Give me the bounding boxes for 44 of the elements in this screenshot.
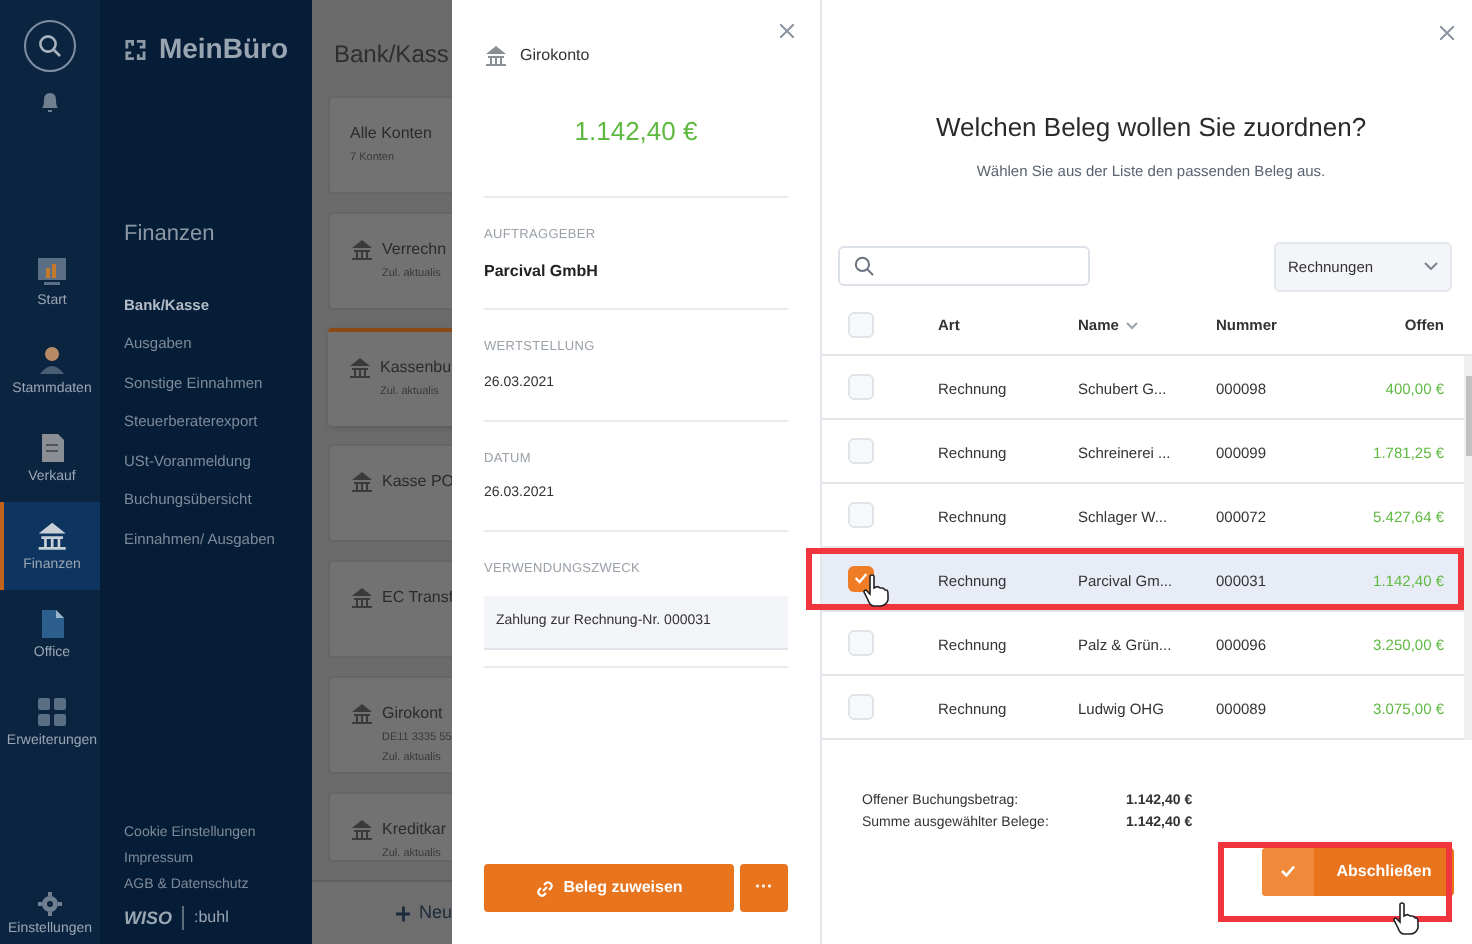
checkbox[interactable] <box>848 312 874 339</box>
checkbox[interactable] <box>848 693 874 720</box>
bank-icon <box>484 44 508 68</box>
checkbox[interactable] <box>848 373 874 400</box>
search-field[interactable] <box>838 246 1090 287</box>
checkbox[interactable] <box>848 629 874 656</box>
bell-icon <box>38 90 62 114</box>
bank-icon <box>36 520 68 552</box>
checkbox[interactable] <box>848 437 874 464</box>
close-icon <box>779 23 793 37</box>
search-button[interactable] <box>24 20 76 72</box>
brand-logo: WISO <box>124 905 172 931</box>
close-icon <box>1439 25 1453 39</box>
close-button[interactable] <box>1436 22 1456 42</box>
checkbox[interactable] <box>848 565 874 592</box>
page-title: Bank/Kass <box>334 38 451 72</box>
check-icon <box>1280 864 1296 879</box>
person-icon <box>36 344 68 376</box>
field-value: Parcival GmbH <box>484 260 600 285</box>
amount-value: 1.142,40 € <box>572 114 700 150</box>
chart-icon <box>36 256 68 288</box>
search-icon <box>854 256 874 277</box>
document-icon <box>36 432 68 464</box>
section-title: Finanzen <box>124 220 217 250</box>
hand-cursor-icon <box>862 574 890 608</box>
grid-icon <box>36 696 68 728</box>
brand-logo: :buhl <box>194 906 229 931</box>
settings-icon <box>38 892 62 916</box>
dialog-title: Welchen Beleg wollen Sie zuordnen? <box>933 110 1369 146</box>
search-icon <box>38 34 62 58</box>
link-icon <box>535 879 554 897</box>
more-button[interactable]: ··· <box>740 864 788 912</box>
plus-icon <box>396 905 411 921</box>
finish-button[interactable]: Abschließen <box>1262 847 1454 896</box>
hand-cursor-icon <box>1392 902 1420 936</box>
chevron-down-icon <box>1424 262 1438 271</box>
chevron-down-icon <box>1126 321 1139 330</box>
checkbox[interactable] <box>848 501 874 528</box>
app-logo: MeinBüro <box>158 30 288 68</box>
assign-button[interactable]: Beleg zuweisen <box>484 864 734 912</box>
account-name: Girokonto <box>520 44 590 68</box>
file-icon <box>36 608 68 640</box>
check-icon <box>854 572 868 585</box>
close-button[interactable] <box>776 20 796 40</box>
